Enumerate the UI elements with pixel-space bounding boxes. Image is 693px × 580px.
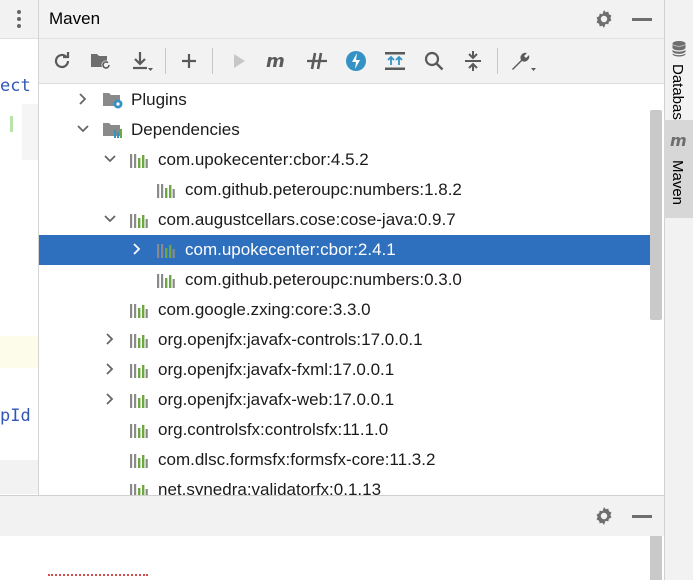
- chevron-down-icon[interactable]: [103, 211, 117, 225]
- tree-row[interactable]: Plugins: [39, 85, 650, 115]
- minimize-icon[interactable]: [632, 18, 652, 21]
- reload-icon[interactable]: [47, 46, 77, 76]
- tree-row[interactable]: com.google.zxing:core:3.3.0: [39, 295, 650, 325]
- tree-row[interactable]: org.openjfx:javafx-fxml:17.0.0.1: [39, 355, 650, 385]
- chevron-right-icon[interactable]: [103, 391, 117, 405]
- library-icon: [130, 153, 148, 168]
- tree-row[interactable]: org.openjfx:javafx-web:17.0.0.1: [39, 385, 650, 415]
- tab-maven[interactable]: m Maven: [664, 120, 693, 218]
- tree-item-label: com.github.peteroupc:numbers:0.3.0: [185, 270, 462, 289]
- toolbar-separator: [212, 48, 213, 74]
- skip-tests-icon[interactable]: [341, 46, 371, 76]
- code-fragment: ect: [0, 76, 31, 96]
- bottom-panel-header: [0, 495, 664, 537]
- chevron-down-icon[interactable]: [76, 121, 90, 135]
- gear-icon[interactable]: [594, 506, 614, 526]
- tree-row[interactable]: com.github.peteroupc:numbers:1.8.2: [39, 175, 650, 205]
- tab-database[interactable]: Database: [664, 30, 693, 128]
- chevron-right-icon[interactable]: [76, 91, 90, 105]
- tree-row[interactable]: org.openjfx:javafx-controls:17.0.0.1: [39, 325, 650, 355]
- tree-item-label: com.github.peteroupc:numbers:1.8.2: [185, 180, 462, 199]
- svg-text:m: m: [266, 51, 285, 71]
- tab-database-label: Database: [669, 64, 686, 129]
- toggle-offline-icon[interactable]: [302, 46, 332, 76]
- show-dependencies-icon[interactable]: [380, 46, 410, 76]
- tree-item-label: com.upokecenter:cbor:2.4.1: [185, 240, 396, 259]
- minimize-icon[interactable]: [632, 515, 652, 518]
- bottom-panel-content: [0, 536, 664, 580]
- gear-icon[interactable]: [594, 9, 614, 29]
- tree-row[interactable]: com.upokecenter:cbor:2.4.1: [39, 235, 650, 265]
- library-icon: [130, 363, 148, 378]
- download-icon[interactable]: [127, 46, 157, 76]
- chevron-right-icon[interactable]: [103, 331, 117, 345]
- tree-item-label: com.upokecenter:cbor:4.5.2: [158, 150, 369, 169]
- plugins-folder-icon: [103, 91, 125, 110]
- library-icon: [157, 243, 175, 258]
- bottom-scrollbar[interactable]: [650, 536, 662, 580]
- editor-tab-bar: [0, 0, 38, 39]
- tree-row[interactable]: com.upokecenter:cbor:4.5.2: [39, 145, 650, 175]
- database-icon: [671, 40, 687, 58]
- tree-item-label: Dependencies: [131, 120, 240, 139]
- tab-maven-label: Maven: [669, 160, 686, 206]
- dependencies-folder-icon: [103, 121, 125, 140]
- toolbar-separator: [165, 48, 166, 74]
- more-options-icon[interactable]: [14, 8, 24, 30]
- maven-icon: m: [669, 131, 689, 150]
- tree-item-label: org.openjfx:javafx-controls:17.0.0.1: [158, 330, 423, 349]
- library-icon: [130, 213, 148, 228]
- add-icon[interactable]: [174, 46, 204, 76]
- tree-row[interactable]: org.controlsfx:controlsfx:11.1.0: [39, 415, 650, 445]
- library-icon: [130, 423, 148, 438]
- tree-item-label: com.google.zxing:core:3.3.0: [158, 300, 371, 319]
- tree-item-label: org.controlsfx:controlsfx:11.1.0: [158, 420, 389, 439]
- library-icon: [130, 453, 148, 468]
- chevron-right-icon[interactable]: [130, 241, 144, 255]
- editor-gutter: ect pId: [0, 0, 39, 580]
- tree-item-label: com.dlsc.formsfx:formsfx-core:11.3.2: [158, 450, 436, 469]
- tree-item-label: org.openjfx:javafx-web:17.0.0.1: [158, 390, 395, 409]
- editor-scroll-area: [22, 104, 38, 160]
- tree-item-label: org.openjfx:javafx-fxml:17.0.0.1: [158, 360, 395, 379]
- vertical-scrollbar[interactable]: [650, 110, 662, 320]
- tree-item-label: Plugins: [131, 90, 187, 109]
- search-icon[interactable]: [419, 46, 449, 76]
- svg-text:m: m: [670, 132, 687, 150]
- change-marker: [10, 116, 13, 132]
- library-icon: [130, 333, 148, 348]
- library-icon: [157, 273, 175, 288]
- run-icon[interactable]: [224, 46, 254, 76]
- maven-header: [39, 0, 664, 39]
- error-underline: [48, 574, 148, 579]
- maven-goal-icon[interactable]: m: [263, 46, 293, 76]
- tree-row[interactable]: com.augustcellars.cose:cose-java:0.9.7: [39, 205, 650, 235]
- library-icon: [130, 303, 148, 318]
- chevron-right-icon[interactable]: [103, 361, 117, 375]
- editor-footer: [0, 460, 38, 494]
- library-icon: [157, 183, 175, 198]
- chevron-down-icon[interactable]: [103, 151, 117, 165]
- tree-item-label: com.augustcellars.cose:cose-java:0.9.7: [158, 210, 456, 229]
- reimport-folder-icon[interactable]: [86, 46, 116, 76]
- panel-title: Maven: [49, 9, 101, 28]
- caret-row-highlight: [0, 336, 38, 368]
- tree-row[interactable]: com.github.peteroupc:numbers:0.3.0: [39, 265, 650, 295]
- tree-row[interactable]: com.dlsc.formsfx:formsfx-core:11.3.2: [39, 445, 650, 475]
- collapse-all-icon[interactable]: [458, 46, 488, 76]
- toolbar-separator: [497, 48, 498, 74]
- tree-row[interactable]: Dependencies: [39, 115, 650, 145]
- code-fragment: pId: [0, 406, 31, 426]
- library-icon: [130, 393, 148, 408]
- settings-wrench-icon[interactable]: [508, 46, 538, 76]
